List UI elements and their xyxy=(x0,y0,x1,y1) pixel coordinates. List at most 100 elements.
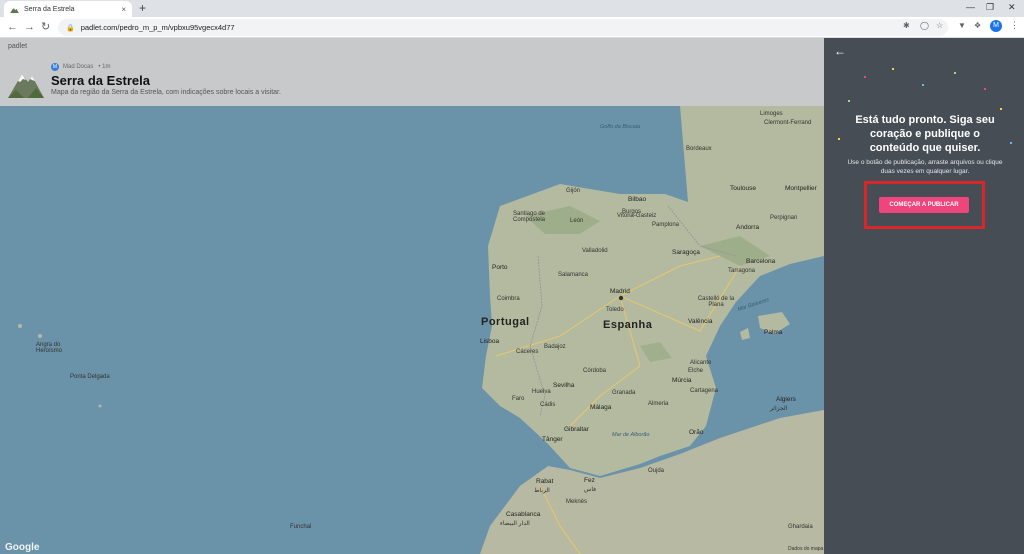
map-label: Golfo da Biscaia xyxy=(600,124,641,130)
map-label: Santiago de Compostela xyxy=(512,211,546,223)
map-label: Málaga xyxy=(590,404,612,411)
filter-extension-icon[interactable]: ▼ xyxy=(958,21,966,30)
mountain-favicon-icon xyxy=(10,7,19,13)
map-label: Orão xyxy=(689,429,704,436)
map-label: Almeria xyxy=(648,401,669,407)
post-time: • 1m xyxy=(98,64,111,70)
map-label: Cáceres xyxy=(516,349,539,355)
url-text: padlet.com/pedro_m_p_m/vpbxu95vgecx4d77 xyxy=(80,23,235,32)
map-label: Madrid xyxy=(610,288,630,295)
reload-icon[interactable]: ↻ xyxy=(41,20,50,34)
map-label: Pamplona xyxy=(652,222,680,228)
map-label: الدار البيضاء xyxy=(500,521,530,527)
lock-icon: 🔒 xyxy=(66,24,75,32)
map-label: Valência xyxy=(688,318,713,325)
map-label: Meknès xyxy=(566,499,588,505)
map-label: Toulouse xyxy=(730,185,757,192)
profile-avatar[interactable]: M xyxy=(990,20,1002,32)
tab-title: Serra da Estrela xyxy=(24,5,75,13)
map-label: Tânger xyxy=(542,436,563,443)
map-label: Montpellier xyxy=(785,185,817,192)
map-label: Perpignan xyxy=(770,215,798,221)
browser-tab[interactable]: Serra da Estrela × xyxy=(4,1,132,17)
map-label: Salamanca xyxy=(558,272,589,278)
map-label: Oujda xyxy=(648,468,665,474)
map-label: Lisboa xyxy=(480,338,500,345)
map-label: فاس xyxy=(584,487,597,493)
map-label: Angra do Heroísmo xyxy=(36,342,63,354)
map-label: Limoges xyxy=(760,111,783,117)
map-label-country: Portugal xyxy=(481,316,530,328)
map-label: الجزائر xyxy=(770,406,788,412)
map-label: Barcelona xyxy=(746,258,776,265)
map-label: Alicante xyxy=(690,360,712,366)
map-label: Gijón xyxy=(566,188,581,194)
map-label: Fez xyxy=(584,477,595,484)
author-avatar[interactable]: M xyxy=(51,63,59,71)
menu-icon[interactable]: ⋮ xyxy=(1010,20,1019,31)
map-label: Casablanca xyxy=(506,511,541,518)
back-icon[interactable]: ← xyxy=(7,20,18,34)
mountain-logo-icon xyxy=(8,74,44,98)
author-info: M Mad Docas • 1m xyxy=(51,63,110,71)
map-label: Córdoba xyxy=(583,368,607,374)
map-label: Cartagena xyxy=(690,388,719,394)
map-label: Valladolid xyxy=(582,248,608,254)
map-label: Coimbra xyxy=(497,296,520,302)
map-label: الرباط xyxy=(534,488,550,494)
new-tab-button[interactable]: + xyxy=(139,1,146,15)
map-label: Elche xyxy=(688,368,704,374)
map-label: Gibraltar xyxy=(564,426,589,433)
google-logo[interactable]: Google xyxy=(5,542,39,553)
panel-description: Use o botão de publicação, arraste arqui… xyxy=(847,159,1003,175)
confetti-icon xyxy=(954,72,956,74)
onboarding-panel: ← Está tudo pronto. Siga seu coração e p… xyxy=(824,38,1024,554)
restore-icon[interactable]: ❐ xyxy=(986,2,994,13)
padlet-page: padlet M Mad Docas • 1m Serra da Estrela… xyxy=(0,38,824,554)
map-label: Funchal xyxy=(290,524,312,530)
map-view[interactable]: Golfo da Biscaia Limoges Clermont-Ferran… xyxy=(0,106,824,554)
map-label-country: Espanha xyxy=(603,319,653,331)
minimize-icon[interactable]: — xyxy=(966,2,975,12)
map-label: Múrcia xyxy=(672,377,692,384)
map-label: Andorra xyxy=(736,224,760,231)
translate-icon[interactable]: ◯ xyxy=(920,21,929,30)
padlet-brand[interactable]: padlet xyxy=(8,43,27,50)
tab-close-icon[interactable]: × xyxy=(121,5,126,14)
tab-strip: Serra da Estrela × + — ❐ ✕ xyxy=(0,0,1024,17)
map-label: Badajoz xyxy=(544,344,566,350)
page-subtitle: Mapa da região da Serra da Estrela, com … xyxy=(51,89,281,96)
map-label: Castelló de la Plana xyxy=(697,296,735,308)
confetti-icon xyxy=(864,76,866,78)
start-publishing-button[interactable]: COMEÇAR A PUBLICAR xyxy=(879,197,969,213)
map-label: Saragoça xyxy=(672,249,700,256)
map-label: Toledo xyxy=(606,307,624,313)
back-arrow-icon[interactable]: ← xyxy=(834,44,846,58)
confetti-icon xyxy=(984,88,986,90)
browser-toolbar: ← → ↻ 🔒 padlet.com/pedro_m_p_m/vpbxu95vg… xyxy=(0,17,1024,38)
bookmark-star-icon[interactable]: ☆ xyxy=(936,21,943,30)
confetti-icon xyxy=(892,68,894,70)
map-label: Rabat xyxy=(536,478,554,485)
panel-title: Está tudo pronto. Siga seu coração e pub… xyxy=(855,114,995,154)
map-label: Bilbao xyxy=(628,196,647,203)
confetti-icon xyxy=(838,138,840,140)
map-label: Porto xyxy=(492,264,508,271)
author-name[interactable]: Mad Docas xyxy=(63,64,93,70)
map-label: Granada xyxy=(612,390,636,396)
map-label: Huelva xyxy=(532,389,551,395)
map-label: Bordeaux xyxy=(686,146,712,152)
forward-icon[interactable]: → xyxy=(24,20,35,34)
map-label: Tarragona xyxy=(728,268,756,274)
map-attribution[interactable]: Dados do mapa xyxy=(788,546,823,552)
confetti-icon xyxy=(848,100,850,102)
map-label: Faro xyxy=(512,396,525,402)
address-bar[interactable]: 🔒 padlet.com/pedro_m_p_m/vpbxu95vgecx4d7… xyxy=(58,19,948,36)
close-window-icon[interactable]: ✕ xyxy=(1008,2,1016,13)
map-label: Mar de Alborão xyxy=(612,432,650,438)
confetti-icon xyxy=(1000,108,1002,110)
extension-icon[interactable]: ✱ xyxy=(903,21,910,30)
map-label: Clermont-Ferrand xyxy=(764,120,812,126)
puzzle-icon[interactable]: ❖ xyxy=(974,21,981,30)
map-label: Ponta Delgada xyxy=(70,374,110,380)
